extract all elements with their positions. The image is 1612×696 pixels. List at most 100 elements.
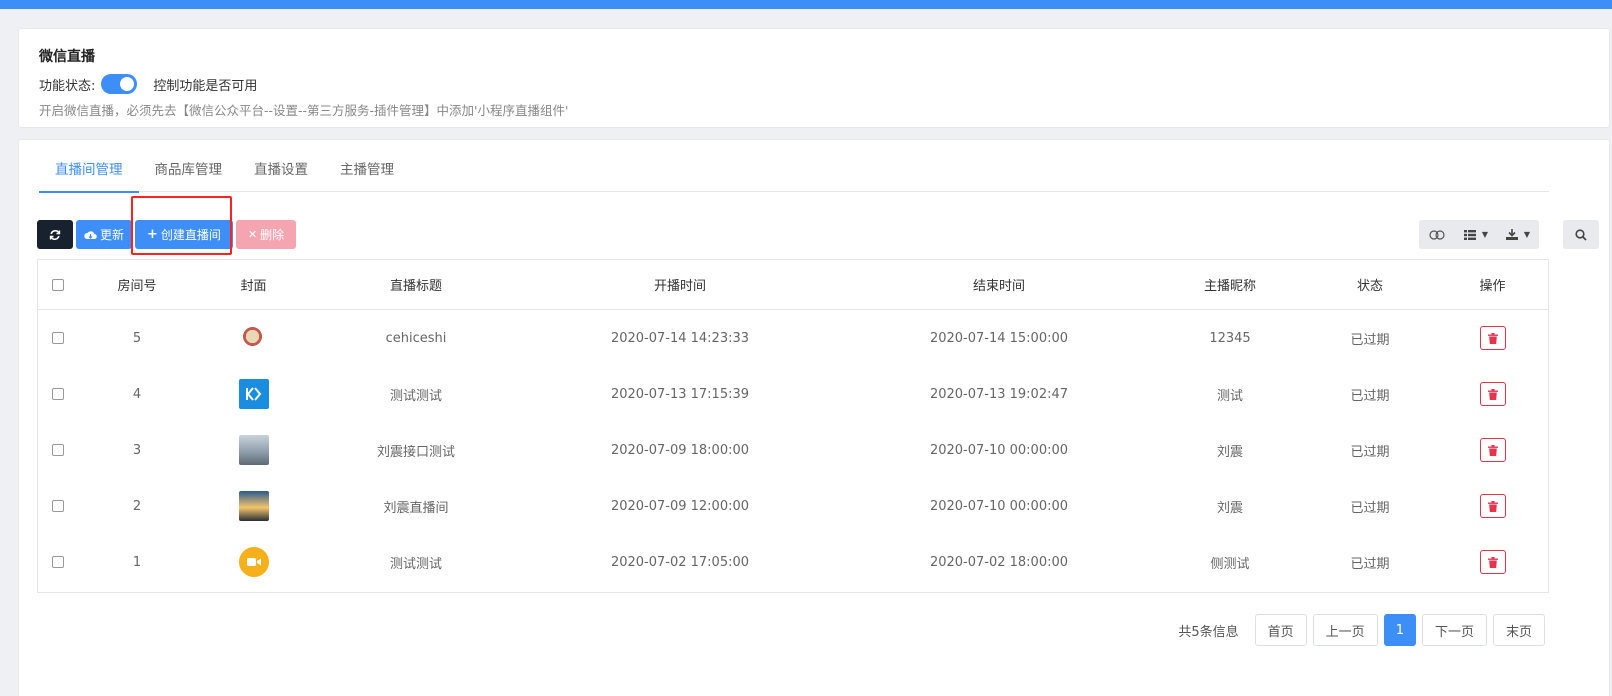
header-actions: 操作	[1479, 279, 1506, 294]
end-time: 2020-07-02 18:00:00	[929, 554, 1069, 570]
cover-cell	[196, 491, 311, 521]
last-page-button[interactable]: 末页	[1492, 614, 1545, 646]
live-title: 刘震接口测试	[376, 444, 455, 460]
tab-room-management[interactable]: 直播间管理	[39, 154, 139, 193]
row-select-cell	[38, 500, 78, 512]
refresh-icon	[49, 229, 61, 240]
header-room-id: 房间号	[117, 279, 157, 294]
columns-button[interactable]: ▼	[1455, 220, 1497, 249]
room-id: 4	[132, 386, 142, 402]
status-text: 已过期	[1350, 556, 1390, 572]
cover-image	[238, 435, 269, 465]
anchor-name: 刘震	[1216, 500, 1243, 516]
live-title: 刘震直播间	[383, 500, 449, 516]
row-select-cell	[38, 444, 78, 456]
table-row: 3 刘震接口测试 2020-07-09 18:00:00 2020-07-10 …	[38, 422, 1548, 478]
cover-cell	[196, 435, 311, 465]
video-camera-icon	[246, 558, 261, 566]
caret-down-icon: ▼	[1523, 230, 1531, 239]
pagination-info: 共5条信息	[1178, 624, 1239, 640]
actions-cell	[1439, 382, 1546, 406]
table-row: 4 测试测试 2020-07-13 17:15:39 2020-07-13 19…	[38, 366, 1548, 422]
anchor-name: 测试	[1216, 388, 1243, 404]
trash-icon	[1487, 444, 1498, 456]
select-all-cell	[38, 278, 78, 291]
trash-icon	[1487, 556, 1498, 568]
update-button[interactable]: 更新	[76, 220, 133, 249]
select-all-checkbox[interactable]	[52, 278, 64, 291]
live-title: 测试测试	[389, 388, 442, 404]
delete-row-button[interactable]	[1479, 382, 1506, 406]
prev-page-button[interactable]: 上一页	[1312, 614, 1378, 646]
room-id: 1	[132, 554, 142, 570]
tab-bar: 直播间管理 商品库管理 直播设置 主播管理	[39, 154, 1549, 193]
actions-cell	[1439, 550, 1546, 574]
header-anchor: 主播昵称	[1203, 279, 1256, 294]
actions-cell	[1439, 326, 1546, 350]
delete-row-button[interactable]	[1479, 494, 1506, 518]
start-time: 2020-07-09 18:00:00	[610, 442, 750, 458]
search-button[interactable]	[1563, 220, 1599, 249]
toggle-description: 控制功能是否可用	[153, 78, 258, 94]
highlight-box	[131, 196, 232, 255]
delete-row-button[interactable]	[1479, 326, 1506, 350]
toggle-view-button[interactable]	[1419, 220, 1455, 249]
end-time: 2020-07-10 00:00:00	[929, 498, 1069, 514]
close-icon: ✕	[247, 228, 258, 241]
status-label: 功能状态:	[39, 78, 96, 94]
header-title: 直播标题	[389, 279, 442, 294]
live-room-panel: 直播间管理 商品库管理 直播设置 主播管理 更新 + 创建直播间 ✕ 删除 ▼	[18, 139, 1610, 696]
status-row: 功能状态: 控制功能是否可用	[39, 73, 257, 95]
row-select-cell	[38, 332, 78, 344]
table-tools: ▼ ▼	[1419, 220, 1539, 249]
room-id: 5	[132, 330, 142, 346]
end-time: 2020-07-13 19:02:47	[929, 386, 1069, 402]
delete-label: 删除	[260, 228, 285, 242]
delete-row-button[interactable]	[1479, 550, 1506, 574]
panel-title: 微信直播	[39, 49, 95, 65]
row-select-cell	[38, 388, 78, 400]
room-id: 2	[132, 498, 142, 514]
header-start-time: 开播时间	[653, 279, 706, 294]
row-checkbox[interactable]	[52, 332, 64, 344]
row-checkbox[interactable]	[52, 388, 64, 400]
row-checkbox[interactable]	[52, 500, 64, 512]
caret-down-icon: ▼	[1481, 230, 1489, 239]
delete-row-button[interactable]	[1479, 438, 1506, 462]
pagination: 共5条信息 首页 上一页 1 下一页 末页	[1178, 614, 1545, 646]
export-button[interactable]: ▼	[1497, 220, 1539, 249]
feature-status-panel: 微信直播 功能状态: 控制功能是否可用 开启微信直播，必须先去【微信公众平台--…	[18, 28, 1610, 128]
table-row: 5 cehiceshi 2020-07-14 14:23:33 2020-07-…	[38, 310, 1548, 366]
status-text: 已过期	[1350, 332, 1390, 348]
header-cover: 封面	[240, 279, 267, 294]
tab-live-settings[interactable]: 直播设置	[238, 154, 324, 192]
delete-button[interactable]: ✕ 删除	[235, 220, 297, 249]
feature-toggle[interactable]	[101, 74, 138, 94]
end-time: 2020-07-14 15:00:00	[929, 330, 1069, 346]
actions-cell	[1439, 494, 1546, 518]
trash-icon	[1487, 388, 1498, 400]
update-label: 更新	[100, 228, 125, 242]
first-page-button[interactable]: 首页	[1254, 614, 1307, 646]
cover-image	[238, 491, 269, 521]
next-page-button[interactable]: 下一页	[1421, 614, 1487, 646]
tab-product-library[interactable]: 商品库管理	[139, 154, 239, 192]
row-checkbox[interactable]	[52, 556, 64, 568]
cover-image	[238, 323, 269, 353]
end-time: 2020-07-10 00:00:00	[929, 442, 1069, 458]
logo-icon	[245, 387, 261, 401]
refresh-button[interactable]	[37, 220, 73, 249]
tab-anchor-management[interactable]: 主播管理	[324, 154, 410, 192]
table-row: 2 刘震直播间 2020-07-09 12:00:00 2020-07-10 0…	[38, 478, 1548, 534]
toggle-view-icon	[1429, 229, 1445, 240]
row-checkbox[interactable]	[52, 444, 64, 456]
live-title: 测试测试	[389, 556, 442, 572]
room-id: 3	[132, 442, 142, 458]
columns-icon	[1463, 229, 1476, 240]
current-page-button[interactable]: 1	[1383, 614, 1416, 646]
trash-icon	[1487, 500, 1498, 512]
status-text: 已过期	[1350, 500, 1390, 516]
table-row: 1 测试测试 2020-07-02 17:05:00 2020-07-02 18…	[38, 534, 1548, 590]
anchor-name: 侧测试	[1210, 556, 1250, 572]
start-time: 2020-07-13 17:15:39	[610, 386, 750, 402]
